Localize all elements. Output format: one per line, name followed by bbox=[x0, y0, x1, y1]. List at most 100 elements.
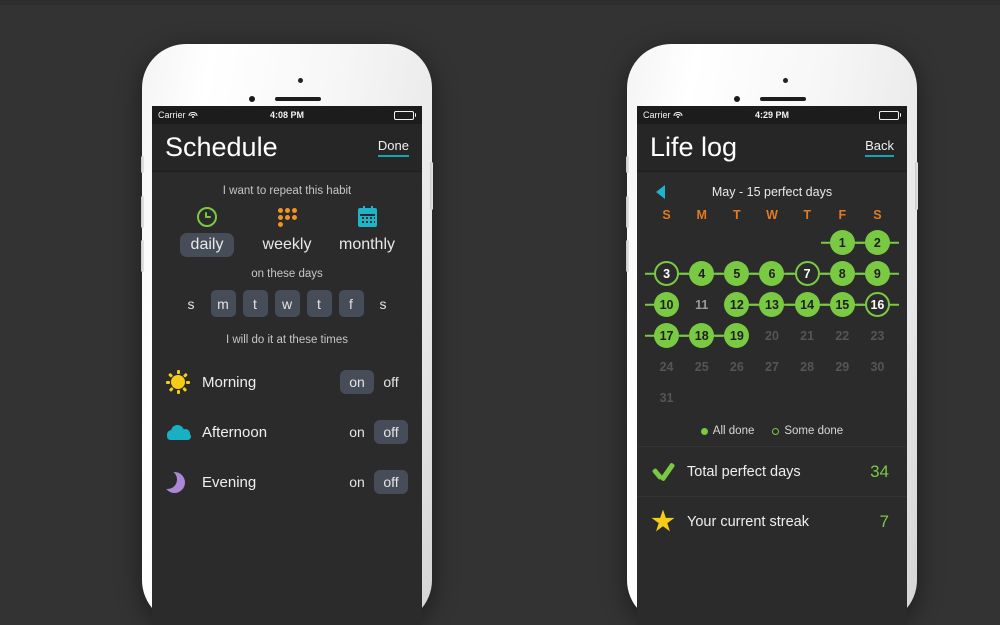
power-button[interactable] bbox=[430, 162, 433, 210]
mute-switch[interactable] bbox=[626, 156, 629, 173]
weekday-header: M bbox=[696, 208, 707, 222]
day-toggle-sat[interactable]: s bbox=[371, 290, 396, 317]
calendar-cell[interactable]: 9 bbox=[855, 258, 899, 289]
calendar-day-8: 8 bbox=[829, 261, 855, 286]
day-toggle-thu[interactable]: t bbox=[306, 290, 332, 317]
calendar-day-4: 4 bbox=[689, 261, 715, 286]
morning-off-button[interactable]: off bbox=[374, 370, 408, 394]
calendar-cell[interactable]: 21 bbox=[790, 320, 825, 351]
calendar-cell[interactable]: 19 bbox=[715, 320, 754, 351]
volume-up-button[interactable] bbox=[141, 196, 144, 228]
calendar-cell[interactable]: 1 bbox=[820, 227, 864, 258]
calendar-day-27: 27 bbox=[765, 359, 779, 374]
morning-on-button[interactable]: on bbox=[340, 370, 374, 394]
calendar-cell[interactable]: 8 bbox=[820, 258, 864, 289]
day-toggle-wed[interactable]: w bbox=[274, 290, 300, 317]
calendar-cell[interactable]: 11 bbox=[684, 289, 719, 320]
day-toggle-sun[interactable]: s bbox=[179, 290, 204, 317]
legend-some-done: Some done bbox=[772, 425, 843, 437]
repeat-section-label: I want to repeat this habit bbox=[222, 185, 352, 197]
weekday-header: W bbox=[766, 208, 778, 222]
calendar-cell[interactable]: 17 bbox=[645, 320, 689, 351]
volume-down-button[interactable] bbox=[626, 240, 629, 272]
front-camera-icon bbox=[249, 96, 255, 102]
clock-icon bbox=[197, 206, 217, 228]
repeat-mode-daily[interactable]: daily bbox=[167, 206, 247, 257]
calendar-cell[interactable]: 27 bbox=[754, 351, 789, 382]
afternoon-off-button[interactable]: off bbox=[374, 420, 408, 444]
calendar-cell[interactable]: 2 bbox=[855, 227, 899, 258]
volume-down-button[interactable] bbox=[141, 240, 144, 272]
top-band bbox=[0, 0, 1000, 5]
repeat-mode-weekly[interactable]: weekly bbox=[247, 206, 327, 257]
weekday-header: S bbox=[873, 208, 882, 222]
status-bar: Carrier 4:08 PM bbox=[152, 106, 422, 124]
calendar-cell-blank bbox=[790, 227, 825, 258]
time-row-afternoon: Afternoon on off bbox=[152, 407, 422, 457]
schedule-body: I want to repeat this habit daily weekly bbox=[152, 172, 422, 625]
calendar-cell[interactable]: 15 bbox=[820, 289, 864, 320]
days-section-label: on these days bbox=[251, 268, 323, 280]
dot-grid-icon bbox=[277, 206, 297, 228]
calendar-cell[interactable]: 4 bbox=[680, 258, 724, 289]
calendar-cell[interactable]: 14 bbox=[785, 289, 829, 320]
calendar-day-1: 1 bbox=[829, 230, 855, 255]
weekday-header: T bbox=[803, 208, 811, 222]
afternoon-on-button[interactable]: on bbox=[340, 420, 374, 444]
calendar-grid: 1 2 3 4 5 6 7 8 9 10 11 12 13 14 15 16 17 18 19 20 21 22 23 24 2… bbox=[637, 227, 907, 413]
calendar-day-22: 22 bbox=[835, 328, 850, 343]
proximity-sensor-icon bbox=[783, 78, 788, 83]
weekday-header: S bbox=[662, 208, 671, 222]
evening-off-button[interactable]: off bbox=[374, 470, 408, 494]
day-toggle-fri[interactable]: f bbox=[338, 290, 364, 317]
screen-schedule: Carrier 4:08 PM Schedule Done I want to … bbox=[152, 106, 422, 625]
calendar-cell[interactable]: 24 bbox=[649, 351, 684, 382]
time-row-evening-label: Evening bbox=[202, 473, 257, 491]
status-time: 4:29 PM bbox=[754, 110, 789, 120]
power-button[interactable] bbox=[915, 162, 918, 210]
back-button[interactable]: Back bbox=[865, 138, 894, 158]
calendar-cell[interactable]: 22 bbox=[825, 320, 860, 351]
calendar-cell[interactable]: 3 bbox=[645, 258, 689, 289]
calendar-cell[interactable]: 12 bbox=[719, 289, 759, 320]
app-canvas: Carrier 4:08 PM Schedule Done I want to … bbox=[0, 0, 1000, 625]
calendar-cell[interactable]: 16 bbox=[855, 289, 899, 320]
calendar-cell[interactable]: 26 bbox=[719, 351, 754, 382]
repeat-mode-daily-label: daily bbox=[179, 233, 235, 257]
calendar-cell[interactable]: 30 bbox=[860, 351, 895, 382]
day-toggle-mon[interactable]: m bbox=[210, 290, 236, 317]
repeat-mode-monthly[interactable]: monthly bbox=[327, 205, 407, 257]
stat-label-total-perfect-days: Total perfect days bbox=[687, 463, 801, 480]
calendar-cell[interactable]: 25 bbox=[684, 351, 719, 382]
calendar-cell[interactable]: 6 bbox=[750, 258, 794, 289]
day-toggle-tue[interactable]: t bbox=[242, 290, 268, 317]
lifelog-body: May - 15 perfect days S M T W T F S 1234… bbox=[637, 172, 907, 625]
mute-switch[interactable] bbox=[141, 156, 144, 173]
star-icon bbox=[651, 509, 687, 534]
evening-on-button[interactable]: on bbox=[340, 470, 374, 494]
calendar-day-31: 31 bbox=[659, 390, 674, 405]
calendar-cell[interactable]: 23 bbox=[860, 320, 895, 351]
calendar-cell[interactable]: 31 bbox=[649, 382, 684, 413]
cloud-icon bbox=[166, 424, 202, 440]
calendar-cell[interactable]: 28 bbox=[790, 351, 825, 382]
calendar-cell[interactable]: 5 bbox=[715, 258, 759, 289]
calendar-cell[interactable]: 29 bbox=[825, 351, 860, 382]
volume-up-button[interactable] bbox=[626, 196, 629, 228]
calendar-day-28: 28 bbox=[800, 359, 815, 374]
calendar-cell[interactable]: 18 bbox=[680, 320, 724, 351]
chevron-left-icon[interactable] bbox=[656, 185, 665, 199]
all-done-dot-icon bbox=[700, 427, 708, 435]
calendar-day-3: 3 bbox=[654, 261, 680, 286]
calendar-cell-blank bbox=[754, 227, 789, 258]
calendar-cell[interactable]: 13 bbox=[750, 289, 794, 320]
moon-icon bbox=[166, 470, 202, 494]
legend-some-done-label: Some done bbox=[784, 425, 844, 437]
month-navigation: May - 15 perfect days bbox=[637, 172, 907, 199]
calendar-cell[interactable]: 10 bbox=[645, 289, 684, 320]
calendar-cell[interactable]: 7 bbox=[785, 258, 829, 289]
calendar-day-18: 18 bbox=[689, 323, 715, 348]
calendar-cell[interactable]: 20 bbox=[754, 320, 789, 351]
done-button[interactable]: Done bbox=[377, 138, 409, 158]
calendar-day-16: 16 bbox=[864, 292, 890, 317]
